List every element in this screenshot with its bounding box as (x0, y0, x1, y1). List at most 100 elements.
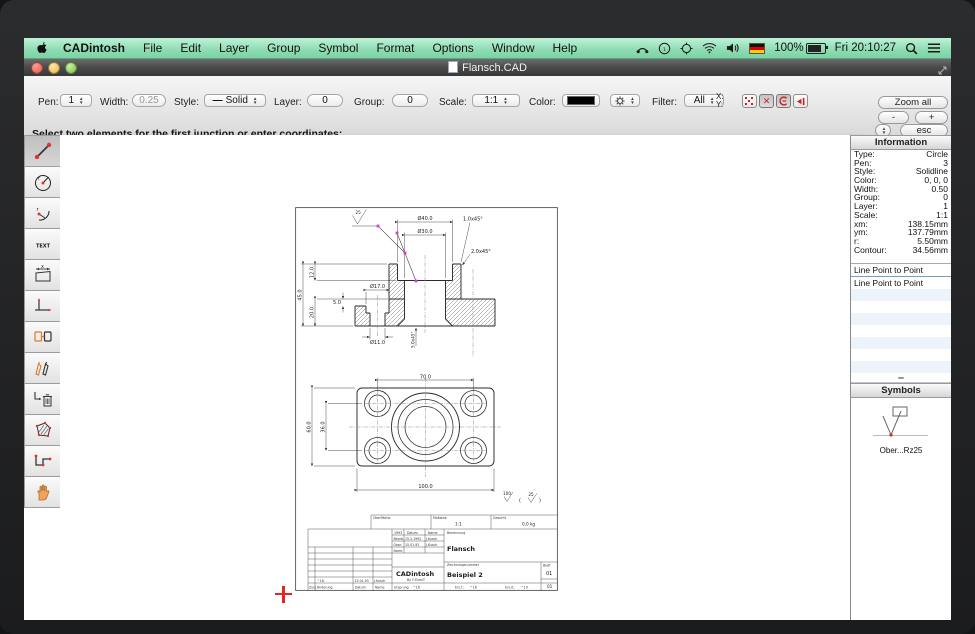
settings-popup[interactable]: ▲▼ (610, 94, 640, 107)
gear-icon (615, 96, 625, 106)
tool-list-item[interactable] (851, 301, 951, 313)
menu-item-file[interactable]: File (134, 41, 171, 55)
tool-list-item[interactable] (851, 349, 951, 361)
zoom-out-button[interactable]: - (878, 111, 909, 124)
style-popup[interactable]: — Solid ▲▼ (204, 94, 266, 107)
volume-icon[interactable] (726, 42, 740, 54)
tool-edit[interactable] (24, 353, 61, 384)
svg-text:Änderung: Änderung (317, 584, 333, 589)
snap-intersection-toggle[interactable]: ✕ (759, 94, 774, 108)
svg-text:Gepr.: Gepr. (394, 543, 402, 547)
snap-endpoint-toggle[interactable] (793, 94, 808, 108)
menu-bar: CADintosh File Edit Layer Group Symbol F… (24, 38, 951, 59)
zoom-all-button[interactable]: Zoom all (878, 96, 948, 109)
popup-arrows-icon: ▲▼ (630, 97, 634, 105)
tool-line[interactable] (24, 135, 61, 167)
tool-hatch[interactable] (24, 415, 61, 446)
line-style-glyph: — (213, 95, 223, 106)
svg-text:Datum: Datum (407, 531, 418, 535)
dim-label: 5.0x45° (410, 331, 415, 348)
snap-grid-toggle[interactable] (742, 94, 757, 108)
color-button[interactable] (562, 94, 600, 107)
tool-list-item[interactable] (851, 337, 951, 349)
phone-icon[interactable] (636, 42, 649, 55)
menu-item-layer[interactable]: Layer (210, 41, 258, 55)
selection-handle[interactable] (415, 280, 418, 283)
scale-popup[interactable]: 1:1▲▼ (472, 94, 520, 107)
toolbar: Pen: 1▲▼ Width: 0.25 Style: — Solid ▲▼ L… (24, 76, 951, 136)
text-tool-icon: TEXT (30, 233, 56, 255)
svg-text:(: ( (519, 498, 521, 504)
c-snap-icon (779, 96, 788, 106)
tool-list-item[interactable] (851, 325, 951, 337)
width-field[interactable]: 0.25 (132, 94, 166, 107)
group-label: Group: (354, 97, 385, 108)
tool-circle[interactable]: r (24, 167, 61, 198)
tool-dimension[interactable]: x (24, 260, 61, 291)
menu-item-window[interactable]: Window (483, 41, 544, 55)
tool-pan[interactable] (24, 477, 61, 508)
pen-popup[interactable]: 1▲▼ (60, 94, 92, 107)
popup-arrows-icon: ▲▼ (882, 127, 886, 135)
tb-label: Maßstab (433, 516, 447, 520)
menu-item-edit[interactable]: Edit (171, 41, 210, 55)
tool-arc[interactable]: r (24, 198, 61, 229)
zoom-in-button[interactable]: + (915, 111, 948, 124)
dim-label: 36.0 (321, 421, 327, 432)
menu-item-help[interactable]: Help (544, 41, 587, 55)
drawing-sheet: .ol{stroke:#2b2b2b;stroke-width:.95;fill… (295, 207, 558, 591)
title-bar[interactable]: Flansch.CAD (24, 59, 951, 76)
color-swatch (567, 96, 595, 105)
selection-handle[interactable] (404, 252, 407, 255)
tool-list: Line Point to Point (851, 277, 951, 373)
symbol-label: Ober...Rz25 (851, 446, 951, 455)
menu-clock[interactable]: Fri 20:10:27 (835, 42, 896, 54)
svg-text:15.01.93: 15.01.93 (405, 543, 419, 547)
tool-list-item[interactable] (851, 313, 951, 325)
svg-text:TEXT: TEXT (35, 244, 50, 250)
layer-field[interactable]: 0 (307, 94, 343, 107)
notification-list-icon[interactable] (927, 42, 941, 54)
svg-text:1: 1 (663, 46, 666, 52)
symbol-item[interactable]: Ober...Rz25 (851, 398, 951, 455)
hand-tool-icon (32, 481, 54, 503)
wifi-icon[interactable] (702, 42, 717, 54)
svg-text:Zeichnungsnummer: Zeichnungsnummer (447, 563, 480, 567)
battery-indicator[interactable]: 100% (774, 42, 825, 54)
tool-text[interactable]: TEXT (24, 229, 61, 260)
tool-list-item[interactable] (851, 361, 951, 373)
group-field[interactable]: 0 (392, 94, 428, 107)
menu-item-format[interactable]: Format (367, 41, 423, 55)
pen-label: Pen: (38, 97, 59, 108)
svg-text:100: 100 (503, 491, 511, 496)
arrow-bar-icon (796, 97, 806, 106)
menu-item-group[interactable]: Group (258, 41, 309, 55)
svg-text:^19: ^19 (521, 585, 528, 589)
sync-badge-icon[interactable]: 1 (658, 42, 671, 55)
tool-ortho[interactable] (24, 291, 61, 322)
svg-text:Blatt: Blatt (543, 564, 551, 568)
svg-text:Name: Name (428, 531, 437, 535)
selection-handle[interactable] (377, 225, 380, 228)
tb-label: Oberfläche (373, 516, 391, 520)
menu-item-options[interactable]: Options (423, 41, 482, 55)
apple-icon (36, 41, 48, 55)
tool-delete[interactable] (24, 384, 61, 415)
language-flag-de[interactable] (749, 43, 765, 54)
panel-resize-handle[interactable] (851, 373, 951, 383)
tool-list-item[interactable]: Line Point to Point (851, 277, 951, 289)
tool-list-item[interactable] (851, 289, 951, 301)
location-icon[interactable] (680, 42, 693, 55)
menu-item-symbol[interactable]: Symbol (309, 41, 367, 55)
selection-handle[interactable] (396, 232, 399, 235)
tool-polyline[interactable] (24, 446, 61, 477)
apple-menu[interactable] (24, 41, 54, 55)
tool-copy[interactable] (24, 322, 61, 353)
spotlight-search-icon[interactable] (905, 42, 918, 55)
svg-text:Ers.f.:: Ers.f.: (455, 585, 464, 589)
drawing-canvas[interactable]: .ol{stroke:#2b2b2b;stroke-width:.95;fill… (60, 135, 851, 620)
menu-item-app[interactable]: CADintosh (54, 41, 134, 55)
snap-center-toggle[interactable] (776, 94, 791, 108)
copy-tool-icon (32, 326, 54, 348)
dim-label: Ø17.0 (370, 283, 385, 290)
